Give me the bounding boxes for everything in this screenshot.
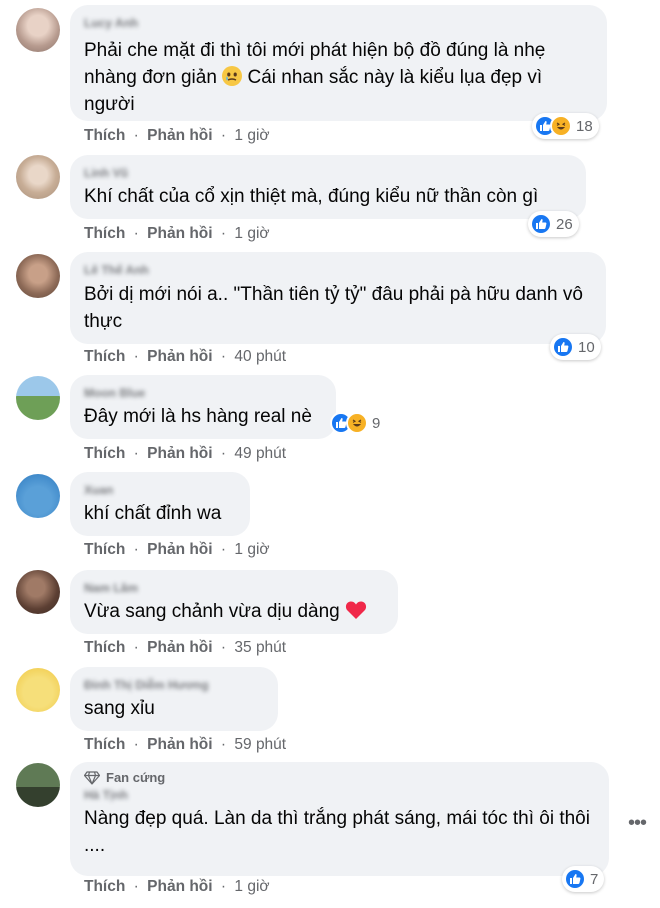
reply-link[interactable]: Phản hồi	[147, 639, 212, 656]
timestamp[interactable]: 49 phút	[234, 445, 286, 462]
more-options-icon[interactable]: •••	[628, 812, 647, 835]
comment-bubble: Nam Lâm Vừa sang chảnh vừa dịu dàng	[70, 570, 398, 634]
reply-link[interactable]: Phản hồi	[147, 127, 212, 144]
comment-text: sang xỉu	[84, 698, 155, 719]
reaction-summary[interactable]: 26	[528, 211, 579, 237]
commenter-name[interactable]: Hà Tịnh	[84, 787, 595, 803]
comment-text: Vừa sang chảnh vừa dịu dàng	[84, 598, 384, 628]
comment-text: Đây mới là hs hàng real nè	[84, 406, 312, 427]
avatar[interactable]	[16, 763, 60, 807]
reply-link[interactable]: Phản hồi	[147, 878, 212, 895]
haha-icon	[550, 115, 572, 137]
reply-link[interactable]: Phản hồi	[147, 541, 212, 558]
avatar[interactable]	[16, 8, 60, 52]
comment-actions: Thích · Phản hồi · 59 phút	[84, 736, 287, 753]
reaction-count: 7	[590, 870, 599, 888]
comment-bubble: Linh Vũ Khí chất của cổ xịn thiệt mà, đú…	[70, 155, 586, 219]
like-link[interactable]: Thích	[84, 127, 125, 144]
commenter-name[interactable]: Moon Blue	[84, 385, 322, 401]
timestamp[interactable]: 1 giờ	[234, 127, 269, 144]
comment-actions: Thích · Phản hồi · 1 giờ	[84, 127, 270, 144]
timestamp[interactable]: 35 phút	[234, 639, 286, 656]
reaction-count: 26	[556, 215, 573, 233]
like-link[interactable]: Thích	[84, 639, 125, 656]
timestamp[interactable]: 1 giờ	[234, 878, 269, 895]
commenter-name[interactable]: Linh Vũ	[84, 165, 572, 181]
comment-text: Phải che mặt đi thì tôi mới phát hiện bộ…	[84, 40, 546, 115]
comment-bubble: Moon Blue Đây mới là hs hàng real nè	[70, 375, 336, 439]
like-link[interactable]: Thích	[84, 736, 125, 753]
avatar[interactable]	[16, 474, 60, 518]
timestamp[interactable]: 1 giờ	[234, 225, 269, 242]
avatar[interactable]	[16, 155, 60, 199]
comment-bubble: Fan cứng Hà Tịnh Nàng đẹp quá. Làn da th…	[70, 762, 609, 876]
timestamp[interactable]: 59 phút	[234, 736, 286, 753]
reply-link[interactable]: Phản hồi	[147, 348, 212, 365]
reply-link[interactable]: Phản hồi	[147, 225, 212, 242]
diamond-icon	[84, 770, 100, 785]
like-link[interactable]: Thích	[84, 541, 125, 558]
like-icon	[564, 868, 586, 890]
reaction-summary[interactable]: 10	[550, 334, 601, 360]
timestamp[interactable]: 40 phút	[234, 348, 286, 365]
reply-link[interactable]: Phản hồi	[147, 445, 212, 462]
comment-bubble: Đinh Thị Diễm Hương sang xỉu	[70, 667, 278, 731]
comment-text: Nàng đẹp quá. Làn da thì trắng phát sáng…	[84, 808, 590, 856]
comment-actions: Thích · Phản hồi · 49 phút	[84, 445, 287, 462]
reaction-summary[interactable]: 7	[562, 866, 605, 892]
comment-bubble: Lucy Anh Phải che mặt đi thì tôi mới phá…	[70, 5, 607, 121]
reaction-count: 9	[372, 414, 381, 432]
comment-text: Khí chất của cổ xịn thiệt mà, đúng kiểu …	[84, 186, 539, 207]
commenter-name[interactable]: Lê Thế Anh	[84, 262, 592, 278]
avatar[interactable]	[16, 254, 60, 298]
reaction-summary[interactable]: 18	[532, 113, 599, 139]
comment-text: khí chất đỉnh wa	[84, 503, 222, 524]
comment-actions: Thích · Phản hồi · 1 giờ	[84, 225, 270, 242]
reaction-count: 18	[576, 117, 593, 135]
comment-bubble: Xuan khí chất đỉnh wa	[70, 472, 250, 536]
haha-icon	[346, 412, 368, 434]
top-fan-badge[interactable]: Fan cứng	[84, 770, 595, 785]
like-icon	[530, 213, 552, 235]
reaction-summary[interactable]: 9	[328, 410, 386, 436]
like-link[interactable]: Thích	[84, 878, 125, 895]
comment-actions: Thích · Phản hồi · 35 phút	[84, 639, 287, 656]
commenter-name[interactable]: Nam Lâm	[84, 580, 384, 596]
commenter-name[interactable]: Đinh Thị Diễm Hương	[84, 677, 264, 693]
reply-link[interactable]: Phản hồi	[147, 736, 212, 753]
like-link[interactable]: Thích	[84, 445, 125, 462]
commenter-name[interactable]: Xuan	[84, 482, 236, 498]
comment-actions: Thích · Phản hồi · 40 phút	[84, 348, 287, 365]
comment-actions: Thích · Phản hồi · 1 giờ	[84, 541, 270, 558]
avatar[interactable]	[16, 570, 60, 614]
comment-actions: Thích · Phản hồi · 1 giờ	[84, 878, 270, 895]
like-link[interactable]: Thích	[84, 348, 125, 365]
face-holding-back-tears-emoji	[222, 66, 243, 86]
comment-bubble: Lê Thế Anh Bởi dị mới nói a.. "Thần tiên…	[70, 252, 606, 344]
timestamp[interactable]: 1 giờ	[234, 541, 269, 558]
like-link[interactable]: Thích	[84, 225, 125, 242]
avatar[interactable]	[16, 668, 60, 712]
reaction-count: 10	[578, 338, 595, 356]
commenter-name[interactable]: Lucy Anh	[84, 15, 593, 31]
comment-text: Bởi dị mới nói a.. "Thần tiên tỷ tỷ" đâu…	[84, 284, 583, 332]
like-icon	[552, 336, 574, 358]
avatar[interactable]	[16, 376, 60, 420]
red-heart-emoji	[345, 600, 367, 628]
